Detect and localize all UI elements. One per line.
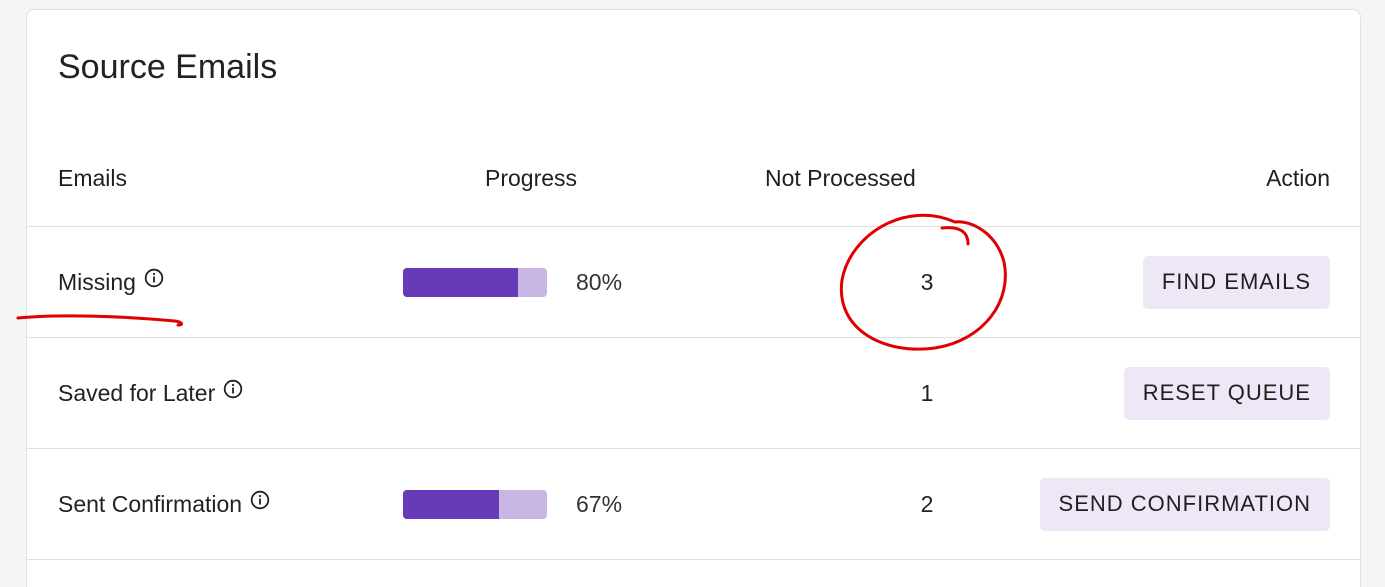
- not-processed-count: 1: [920, 379, 934, 406]
- source-emails-card: Source Emails Emails Progress Not Proces…: [26, 9, 1361, 587]
- column-header-action: Action: [1266, 164, 1330, 191]
- progress-percent-label: 80%: [576, 268, 623, 295]
- column-header-not-processed: Not Processed: [765, 164, 916, 191]
- column-header-emails: Emails: [58, 164, 128, 191]
- info-circle-icon[interactable]: [250, 490, 270, 510]
- action-cell: SEND CONFIRMATION: [1039, 449, 1330, 559]
- progress-bar: [403, 489, 547, 519]
- table-row-sent-confirmation: Sent Confirmation 67% 2 SEND CONFIRMATIO…: [27, 449, 1360, 560]
- row-label-cell: Sent Confirmation: [58, 449, 270, 559]
- card-title: Source Emails: [58, 48, 278, 86]
- row-label: Missing: [58, 268, 136, 295]
- progress-bar-fill: [403, 267, 519, 297]
- emails-table: Emails Progress Not Processed Action Mis…: [27, 130, 1360, 560]
- find-emails-button[interactable]: FIND EMAILS: [1142, 255, 1330, 309]
- info-circle-icon[interactable]: [223, 379, 243, 399]
- action-cell: FIND EMAILS: [1142, 227, 1330, 337]
- table-row-missing: Missing 80% 3 FIND EMAILS: [27, 227, 1360, 338]
- table-row-saved-for-later: Saved for Later 1 RESET QUEUE: [27, 338, 1360, 449]
- not-processed-count: 2: [920, 490, 934, 517]
- progress-bar: [403, 267, 547, 297]
- row-label-cell: Missing: [58, 227, 164, 337]
- progress-bar-fill: [403, 489, 500, 519]
- progress-percent-label: 67%: [576, 490, 623, 517]
- table-header-row: Emails Progress Not Processed Action: [27, 130, 1360, 227]
- row-label: Sent Confirmation: [58, 490, 243, 517]
- action-cell: RESET QUEUE: [1123, 338, 1330, 448]
- not-processed-count: 3: [920, 268, 934, 295]
- reset-queue-button[interactable]: RESET QUEUE: [1123, 366, 1330, 420]
- row-label-cell: Saved for Later: [58, 338, 243, 448]
- page: Source Emails Emails Progress Not Proces…: [0, 0, 1385, 587]
- column-header-progress: Progress: [485, 164, 578, 191]
- send-confirmation-button[interactable]: SEND CONFIRMATION: [1039, 477, 1330, 531]
- row-label: Saved for Later: [58, 379, 216, 406]
- progress-cell: 67%: [403, 449, 622, 559]
- progress-cell: 80%: [403, 227, 622, 337]
- info-circle-icon[interactable]: [144, 268, 164, 288]
